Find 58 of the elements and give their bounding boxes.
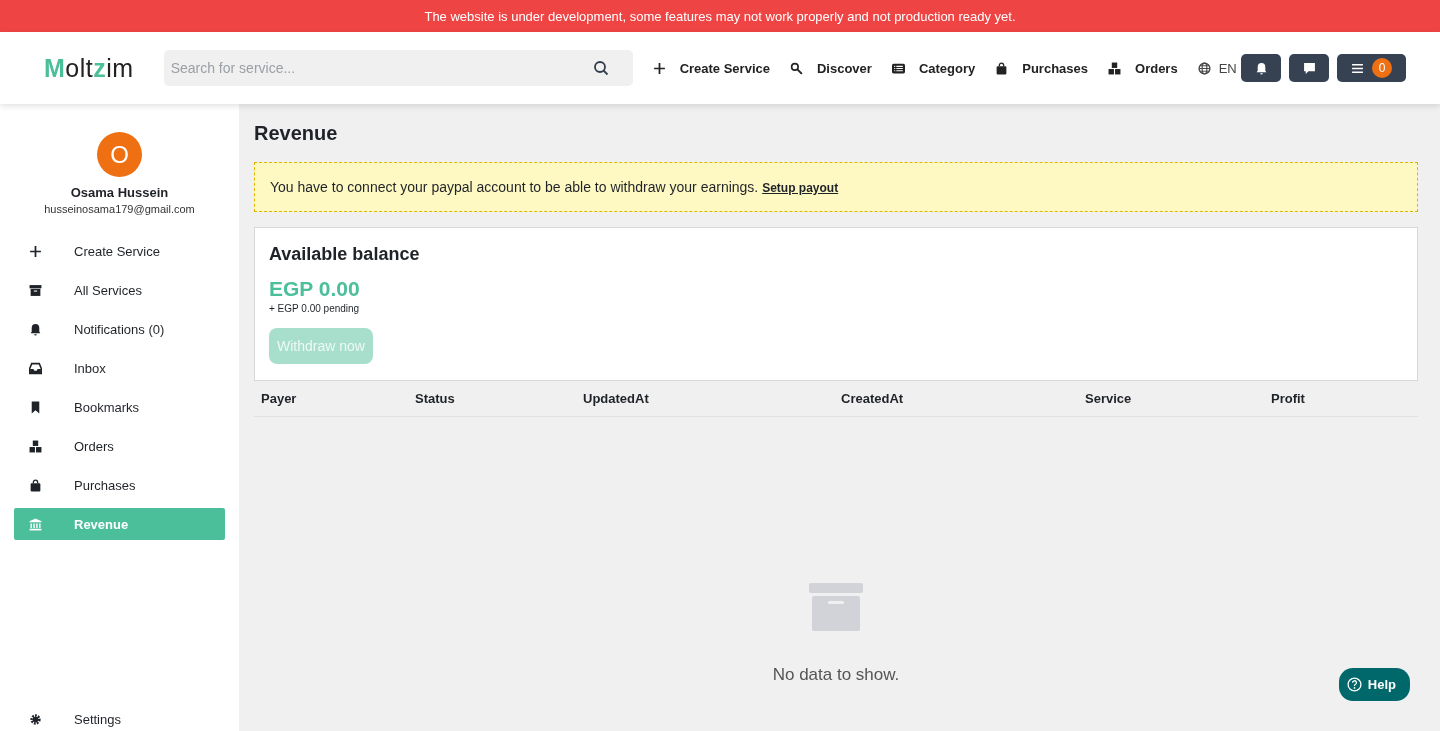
boxes-icon bbox=[1108, 61, 1121, 75]
pending-amount: + EGP 0.00 pending bbox=[269, 303, 361, 314]
sidebar-item[interactable]: All Services bbox=[14, 274, 225, 306]
settings-icon bbox=[29, 712, 42, 726]
question-icon bbox=[1346, 677, 1362, 692]
search-icon bbox=[592, 60, 609, 76]
user-name: Osama Hussein bbox=[70, 185, 169, 200]
plus-icon bbox=[652, 61, 666, 75]
balance-amount: EGP 0.00 bbox=[269, 277, 361, 301]
sidebar-item[interactable]: Notifications (0) bbox=[14, 313, 225, 345]
column-header: UpdatedAt bbox=[583, 391, 650, 406]
nav-link[interactable]: Discover bbox=[789, 60, 872, 76]
column-header: Payer bbox=[261, 391, 298, 406]
card-title: Available balance bbox=[269, 244, 421, 265]
development-banner: The website is under development, some features may not work properly and not production ready yet. bbox=[0, 0, 1440, 32]
moltzim-logo[interactable]: Moltzim bbox=[44, 53, 134, 83]
bell-icon bbox=[1254, 61, 1268, 75]
list-icon bbox=[891, 61, 905, 75]
sidebar-item[interactable]: Orders bbox=[14, 430, 225, 462]
menu-icon bbox=[1351, 61, 1364, 75]
sidebar-item[interactable]: Bookmarks bbox=[14, 391, 225, 423]
column-header: CreatedAt bbox=[841, 391, 905, 406]
page-title: Revenue bbox=[254, 122, 339, 145]
nav-link[interactable]: Purchases bbox=[995, 60, 1088, 76]
bookmark-icon bbox=[29, 400, 42, 414]
column-header: Status bbox=[415, 391, 456, 406]
search-field[interactable]: Search for service... bbox=[163, 50, 633, 86]
sidebar-item[interactable]: Purchases bbox=[14, 469, 225, 501]
magnifier-icon bbox=[789, 61, 803, 75]
shopping-bag-icon bbox=[29, 478, 42, 492]
sidebar-item[interactable]: Settings bbox=[14, 707, 225, 731]
avatar: O bbox=[97, 132, 142, 177]
boxes-icon bbox=[29, 439, 42, 453]
chat-icon bbox=[1302, 61, 1316, 75]
nav-link[interactable]: Create Service bbox=[652, 60, 770, 76]
column-header: Profit bbox=[1271, 391, 1306, 406]
empty-box-icon bbox=[809, 583, 863, 631]
alert-text: You have to connect your paypal account to be able to withdraw your earnings. Setup payout bbox=[270, 179, 839, 195]
nav-link[interactable]: Category bbox=[891, 60, 976, 76]
column-header: Service bbox=[1085, 391, 1133, 406]
sidebar-item[interactable]: Inbox bbox=[14, 352, 225, 384]
help-button[interactable]: Help bbox=[1338, 668, 1410, 701]
bank-icon bbox=[29, 517, 42, 531]
shopping-bag-icon bbox=[995, 61, 1009, 75]
nav-link[interactable]: Orders bbox=[1108, 60, 1178, 76]
notifications-button[interactable] bbox=[1241, 54, 1281, 82]
inbox-icon bbox=[29, 361, 42, 375]
globe-icon bbox=[1197, 61, 1211, 75]
setup-payout-link[interactable]: Setup payout bbox=[762, 181, 839, 195]
plus-icon bbox=[29, 244, 42, 258]
user-email: husseinosama179@gmail.com bbox=[44, 203, 195, 215]
nav-link[interactable]: EN bbox=[1197, 60, 1237, 76]
sidebar-item[interactable]: Create Service bbox=[14, 235, 225, 267]
archive-icon bbox=[29, 283, 42, 297]
empty-message: No data to show. bbox=[772, 665, 900, 685]
messages-button[interactable] bbox=[1289, 54, 1329, 82]
count-badge: 0 bbox=[1372, 58, 1392, 78]
bell-icon bbox=[29, 322, 42, 336]
